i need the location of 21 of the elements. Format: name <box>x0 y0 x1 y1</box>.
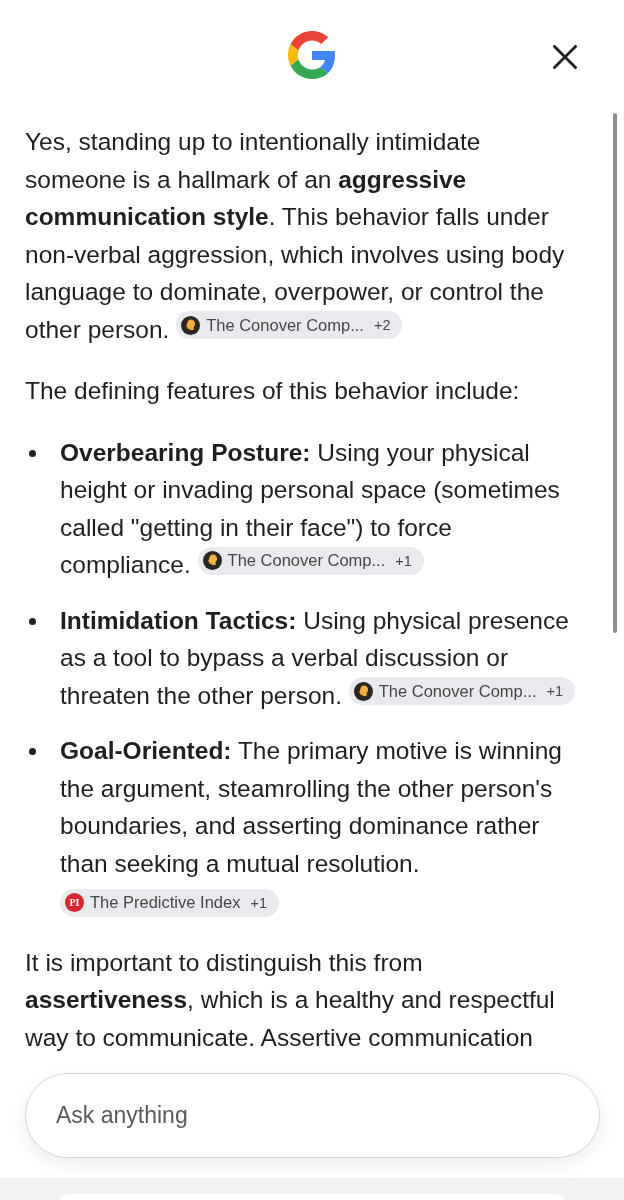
bullet-icon <box>29 449 36 457</box>
list-item-text: Intimidation Tactics: Using physical presence as a tool to bypass a verbal discussion or threaten the other person. The Conover Comp... +1 <box>60 601 586 714</box>
list-item-text: Overbearing Posture: Using your physical height or invading personal space (sometimes called "getting in their face") to force compliance. The Conover Comp... +1 <box>60 437 561 580</box>
bullet-icon <box>29 617 36 625</box>
answer-paragraph: The defining features of this behavior include: <box>25 376 521 406</box>
source-chip[interactable]: The Conover Comp... +1 <box>348 677 576 705</box>
answer-paragraph: Yes, standing up to intentionally intimidate someone is a hallmark of an aggressive communication style. This behavior falls under non-verbal aggression, which involves using body language to dominate, overpower, or control the other person. The Conover Comp... +2 <box>25 127 566 345</box>
head-icon <box>202 551 222 570</box>
source-logo: PI <box>65 893 84 912</box>
source-chip[interactable]: The Conover Comp... +1 <box>197 546 424 575</box>
source-chip[interactable]: The Conover Comp... +2 <box>176 311 403 339</box>
ask-field[interactable]: Ask anything <box>25 1073 600 1158</box>
bullet-icon <box>29 748 36 755</box>
head-icon <box>353 681 373 701</box>
source-chip[interactable]: PI The Predictive Index +1 <box>60 888 279 917</box>
list-item-text: Goal-Oriented: The primary motive is winning the argument, steamrolling the other person's boundaries, and asserting dominance rather than seeking a mutual resolution. PI The Predictive Index +1 <box>60 732 586 920</box>
answer-paragraph: It is important to distinguish this from assertiveness, which is a healthy and respectful way to communicate. Assertive communication <box>25 947 556 1053</box>
g-logo-icon <box>288 31 336 79</box>
head-icon <box>181 315 201 335</box>
scrollbar-thumb[interactable] <box>613 113 617 633</box>
close-icon[interactable] <box>553 45 577 69</box>
